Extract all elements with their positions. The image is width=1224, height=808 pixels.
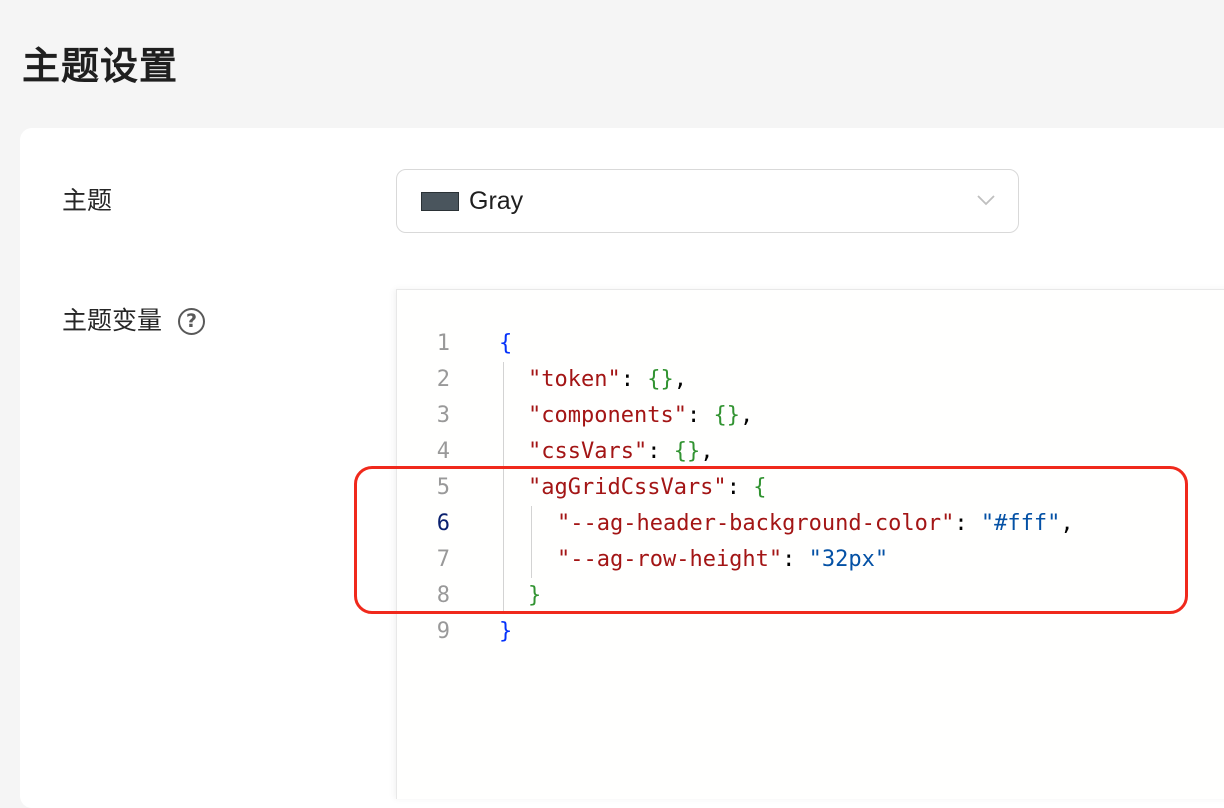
code-token: , <box>673 367 687 392</box>
help-icon[interactable]: ? <box>178 307 206 335</box>
line-number: 6 <box>436 511 450 536</box>
line-number: 2 <box>436 367 450 392</box>
theme-select[interactable]: Gray <box>396 169 1019 233</box>
code-token: "32px" <box>808 547 889 572</box>
line-number: 1 <box>436 331 450 356</box>
line-number: 9 <box>436 619 450 644</box>
code-token: {} <box>647 367 674 392</box>
code-token: , <box>1060 511 1074 536</box>
code-token: , <box>739 403 754 428</box>
code-text: "token": {}, <box>528 362 687 398</box>
code-text: "--ag-row-height": "32px" <box>557 542 888 578</box>
code-token: : <box>782 547 809 572</box>
code-token: { <box>499 331 513 356</box>
code-token: {} <box>713 403 740 428</box>
code-token: "token" <box>528 367 621 392</box>
code-token: "--ag-header-background-color" <box>557 511 955 536</box>
code-text: } <box>528 578 541 614</box>
code-token: : <box>686 403 714 428</box>
theme-label: 主题 <box>62 186 113 215</box>
code-token: "cssVars" <box>528 439 648 464</box>
theme-color-swatch <box>421 191 459 211</box>
line-number: 3 <box>436 403 450 428</box>
indent-guide <box>503 362 504 614</box>
code-token: } <box>499 619 513 644</box>
code-text: "cssVars": {}, <box>528 434 713 470</box>
theme-select-value: Gray <box>469 186 524 215</box>
code-token: {} <box>673 439 701 464</box>
theme-vars-label-row: 主题变量 ? <box>62 303 206 339</box>
code-token: "#fff" <box>980 511 1061 536</box>
code-text: { <box>499 326 512 362</box>
line-number: 4 <box>436 439 450 464</box>
line-number: 5 <box>436 475 450 500</box>
line-number: 7 <box>436 547 450 572</box>
code-token: , <box>700 439 714 464</box>
code-token: "--ag-row-height" <box>557 547 783 572</box>
chevron-down-icon <box>977 195 995 206</box>
line-number: 8 <box>436 583 450 608</box>
code-text: "agGridCssVars": { <box>528 470 766 506</box>
code-token: { <box>753 475 767 500</box>
code-text: "components": {}, <box>528 398 753 434</box>
code-token: : <box>620 367 648 392</box>
indent-guide <box>531 506 532 578</box>
json-code-editor[interactable]: 1 {2 "token": {}, 3 "components": {}, 4 "cssVa… <box>396 289 1224 799</box>
theme-vars-label: 主题变量 <box>62 306 163 335</box>
code-token: : <box>954 511 981 536</box>
code-token: } <box>528 583 542 608</box>
code-token: : <box>726 475 754 500</box>
code-token: "agGridCssVars" <box>528 475 727 500</box>
code-token: : <box>647 439 674 464</box>
code-text: "--ag-header-background-color": "#fff", <box>557 506 1074 542</box>
code-text: } <box>499 614 512 650</box>
code-token: "components" <box>528 403 687 428</box>
page-title: 主题设置 <box>22 44 179 88</box>
